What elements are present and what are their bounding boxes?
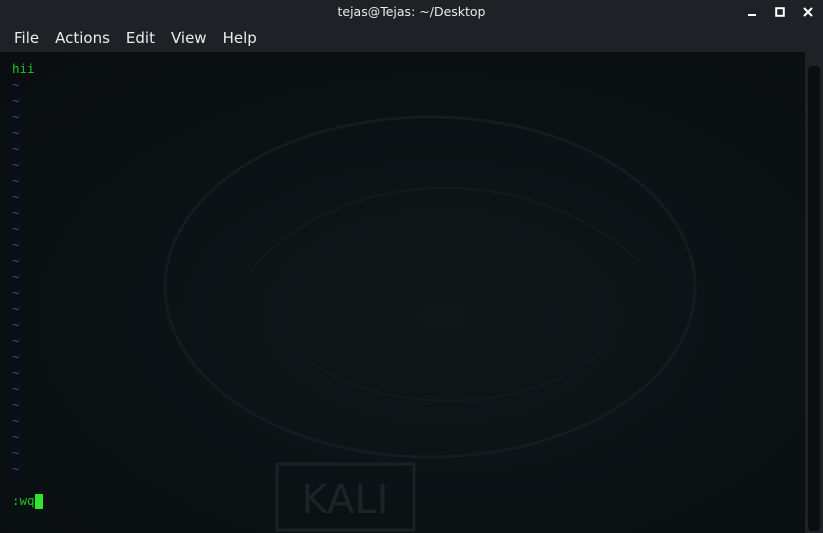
editor-buffer: hii ~ ~ ~ ~ ~ ~ ~ ~ ~ ~ ~ ~ ~ ~ ~ ~ ~ ~ … [12, 61, 35, 477]
empty-line-marker: ~ [12, 317, 20, 332]
kali-watermark: KALI [163, 115, 697, 532]
scrollbar-thumb[interactable] [808, 66, 820, 531]
buffer-line: hii [12, 61, 35, 76]
title-bar[interactable]: tejas@Tejas: ~/Desktop [0, 0, 823, 24]
command-text: :wq [12, 493, 35, 508]
empty-line-marker: ~ [12, 205, 20, 220]
empty-line-marker: ~ [12, 237, 20, 252]
command-line[interactable]: :wq [12, 493, 43, 509]
empty-line-marker: ~ [12, 445, 20, 460]
empty-line-marker: ~ [12, 413, 20, 428]
empty-line-marker: ~ [12, 461, 20, 476]
empty-line-marker: ~ [12, 253, 20, 268]
empty-line-marker: ~ [12, 269, 20, 284]
vertical-scrollbar[interactable] [805, 52, 823, 533]
menu-file[interactable]: File [6, 26, 47, 50]
watermark-text: KALI [302, 477, 389, 523]
window-title: tejas@Tejas: ~/Desktop [337, 4, 486, 19]
empty-line-marker: ~ [12, 141, 20, 156]
empty-line-marker: ~ [12, 93, 20, 108]
empty-line-marker: ~ [12, 333, 20, 348]
maximize-icon [775, 7, 785, 17]
empty-line-marker: ~ [12, 189, 20, 204]
empty-line-marker: ~ [12, 301, 20, 316]
empty-line-marker: ~ [12, 77, 20, 92]
maximize-button[interactable] [771, 3, 789, 21]
menu-edit[interactable]: Edit [118, 26, 163, 50]
empty-line-marker: ~ [12, 173, 20, 188]
empty-line-marker: ~ [12, 365, 20, 380]
empty-line-marker: ~ [12, 349, 20, 364]
text-cursor [34, 493, 43, 509]
menu-help[interactable]: Help [215, 26, 265, 50]
empty-line-marker: ~ [12, 285, 20, 300]
empty-line-marker: ~ [12, 109, 20, 124]
empty-line-marker: ~ [12, 125, 20, 140]
close-icon [803, 7, 813, 17]
window-controls [743, 3, 817, 21]
empty-line-marker: ~ [12, 157, 20, 172]
minimize-icon [748, 14, 756, 16]
menu-view[interactable]: View [163, 26, 215, 50]
terminal-area[interactable]: KALI hii ~ ~ ~ ~ ~ ~ ~ ~ ~ ~ ~ ~ ~ ~ ~ ~… [0, 52, 805, 533]
close-button[interactable] [799, 3, 817, 21]
empty-line-marker: ~ [12, 381, 20, 396]
empty-line-marker: ~ [12, 397, 20, 412]
empty-line-marker: ~ [12, 429, 20, 444]
empty-line-marker: ~ [12, 221, 20, 236]
terminal-window: tejas@Tejas: ~/Desktop File Actions Edit [0, 0, 823, 533]
menu-actions[interactable]: Actions [47, 26, 118, 50]
menu-bar: File Actions Edit View Help [0, 24, 823, 52]
minimize-button[interactable] [743, 3, 761, 21]
